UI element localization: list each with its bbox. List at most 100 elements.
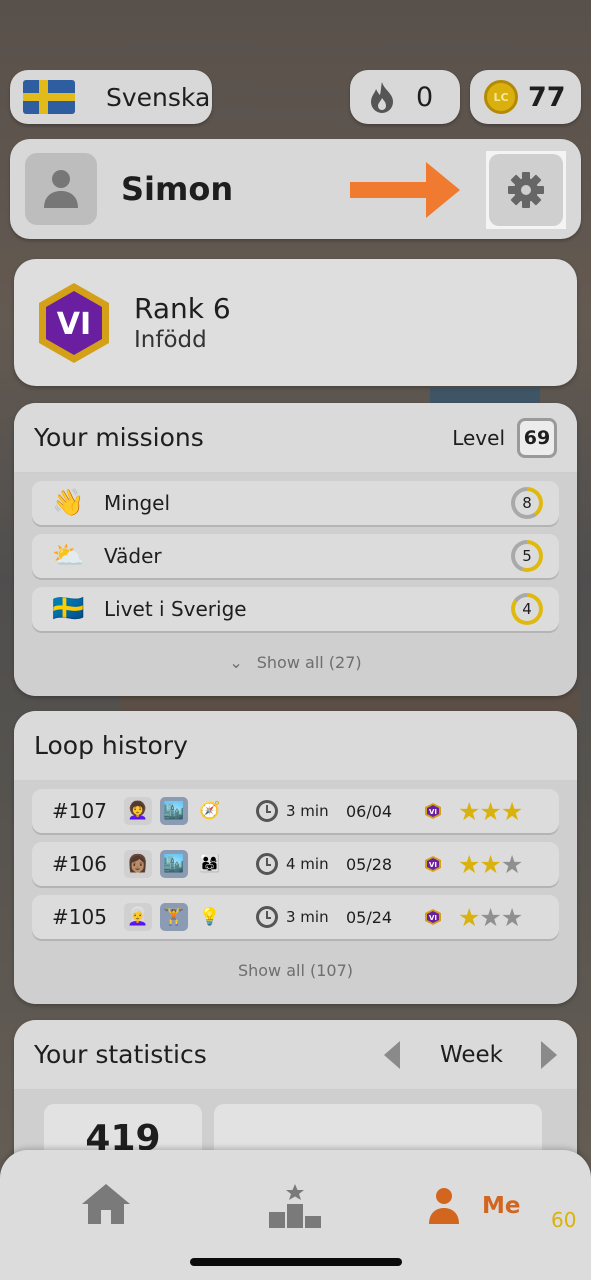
- language-label: Svenska: [106, 82, 211, 112]
- star-icon: ★: [479, 796, 501, 826]
- missions-show-all[interactable]: ⌄ Show all (27): [32, 640, 559, 684]
- city-icon: 🏙️: [160, 797, 188, 825]
- sweden-flag-icon: [23, 80, 75, 114]
- character-avatar-icon: 👩‍🦱: [124, 797, 152, 825]
- star-icon: ★: [458, 902, 480, 932]
- loop-history-show-all[interactable]: Show all (107): [32, 948, 559, 992]
- lc-coin-icon: LC: [484, 80, 518, 114]
- mission-row[interactable]: ⛅ Väder 5: [32, 534, 559, 578]
- star-rating: ★★★: [458, 796, 523, 826]
- star-icon: ★: [479, 902, 501, 932]
- mission-count: 4: [515, 597, 539, 621]
- missions-show-all-label: Show all (27): [256, 652, 362, 672]
- rank-card[interactable]: VI Rank 6 Infödd: [14, 259, 577, 386]
- star-icon: ★: [458, 849, 480, 879]
- loop-duration: 3 min: [286, 802, 329, 820]
- nav-me[interactable]: Me: [428, 1184, 528, 1228]
- chevron-down-icon: ⌄: [229, 652, 243, 672]
- avatar[interactable]: [25, 153, 97, 225]
- nav-home[interactable]: [80, 1182, 136, 1228]
- gear-icon: [508, 172, 544, 208]
- streak-counter[interactable]: 0: [350, 70, 460, 124]
- family-icon: 👨‍👩‍👧: [199, 854, 221, 874]
- period-label: Week: [439, 1041, 503, 1068]
- level-badge: 69: [517, 417, 557, 458]
- next-period-icon[interactable]: [541, 1040, 557, 1069]
- mission-count: 8: [515, 491, 539, 515]
- star-rating: ★★★: [458, 849, 523, 879]
- mission-progress-ring: 5: [511, 540, 543, 572]
- star-rating: ★★★: [458, 902, 523, 932]
- sweden-flag-icon: 🇸🇪: [52, 594, 85, 624]
- loop-date: 05/28: [346, 854, 393, 874]
- arrow-right-icon: [350, 162, 460, 218]
- star-icon: ★: [458, 796, 480, 826]
- statistics-title: Your statistics: [34, 1040, 207, 1069]
- rank-badge: VI: [39, 282, 109, 363]
- svg-text:VI: VI: [429, 914, 437, 922]
- star-icon: ★: [500, 796, 523, 826]
- character-avatar-icon: 👩🏽: [124, 850, 152, 878]
- mission-progress-ring: 8: [511, 487, 543, 519]
- compass-icon: 🧭: [199, 801, 221, 821]
- nav-leaderboard[interactable]: [268, 1182, 324, 1230]
- streak-count: 0: [416, 81, 434, 113]
- mission-label: Väder: [104, 544, 162, 568]
- loop-number: #105: [52, 905, 107, 929]
- svg-text:VI: VI: [429, 808, 437, 816]
- city-icon: 🏙️: [160, 850, 188, 878]
- corner-number: 60: [551, 1208, 577, 1232]
- light-bulb-icon: 💡: [199, 907, 221, 927]
- mission-label: Livet i Sverige: [104, 597, 247, 621]
- clock-icon: [256, 853, 278, 875]
- rank-mini-badge: VI: [425, 856, 441, 872]
- flame-icon: [371, 82, 393, 113]
- loop-history-title: Loop history: [34, 731, 188, 760]
- clock-icon: [256, 906, 278, 928]
- star-icon: ★: [479, 849, 501, 879]
- loop-duration: 3 min: [286, 908, 329, 926]
- mission-row[interactable]: 🇸🇪 Livet i Sverige 4: [32, 587, 559, 631]
- rank-mini-badge: VI: [425, 803, 441, 819]
- waving-hand-icon: 👋: [52, 488, 85, 518]
- loop-row[interactable]: #107 👩‍🦱 🏙️ 🧭 3 min 06/04 VI ★★★: [32, 789, 559, 833]
- missions-title: Your missions: [34, 423, 204, 452]
- mission-label: Mingel: [104, 491, 171, 515]
- coin-count: 77: [528, 81, 566, 113]
- rank-subtitle: Infödd: [134, 327, 207, 353]
- loop-number: #107: [52, 799, 107, 823]
- mission-row[interactable]: 👋 Mingel 8: [32, 481, 559, 525]
- level-label: Level: [452, 425, 505, 450]
- coin-counter[interactable]: LC 77: [470, 70, 581, 124]
- loop-row[interactable]: #105 👩‍🦳 🏋️ 💡 3 min 05/24 VI ★★★: [32, 895, 559, 939]
- loop-number: #106: [52, 852, 107, 876]
- loop-row[interactable]: #106 👩🏽 🏙️ 👨‍👩‍👧 4 min 05/28 VI ★★★: [32, 842, 559, 886]
- loop-history-show-all-label: Show all (107): [237, 960, 354, 980]
- nav-me-label: Me: [482, 1193, 521, 1219]
- sun-behind-cloud-icon: ⛅: [52, 541, 85, 571]
- settings-button[interactable]: [486, 151, 566, 229]
- loop-date: 05/24: [346, 907, 393, 927]
- svg-text:VI: VI: [429, 861, 437, 869]
- podium-icon: [269, 1184, 321, 1228]
- star-icon: ★: [500, 902, 523, 932]
- user-name: Simon: [121, 170, 234, 208]
- missions-card: Your missions Level 69 👋 Mingel 8 ⛅ Väder 5 🇸🇪…: [14, 403, 577, 696]
- home-indicator: [190, 1258, 402, 1266]
- rank-title: Rank 6: [134, 292, 231, 325]
- dumbbell-icon: 🏋️: [160, 903, 188, 931]
- mission-count: 5: [515, 544, 539, 568]
- svg-text:VI: VI: [57, 307, 91, 342]
- mission-progress-ring: 4: [511, 593, 543, 625]
- profile-card: Simon: [10, 139, 581, 239]
- person-icon: [44, 170, 78, 208]
- loop-history-card: Loop history #107 👩‍🦱 🏙️ 🧭 3 min 06/04 VI ★★★ #1…: [14, 711, 577, 1004]
- loop-duration: 4 min: [286, 855, 329, 873]
- character-avatar-icon: 👩‍🦳: [124, 903, 152, 931]
- home-icon: [82, 1184, 130, 1224]
- language-selector[interactable]: Svenska: [10, 70, 212, 124]
- clock-icon: [256, 800, 278, 822]
- loop-date: 06/04: [346, 801, 393, 821]
- previous-period-icon[interactable]: [383, 1040, 400, 1069]
- star-icon: ★: [500, 849, 523, 879]
